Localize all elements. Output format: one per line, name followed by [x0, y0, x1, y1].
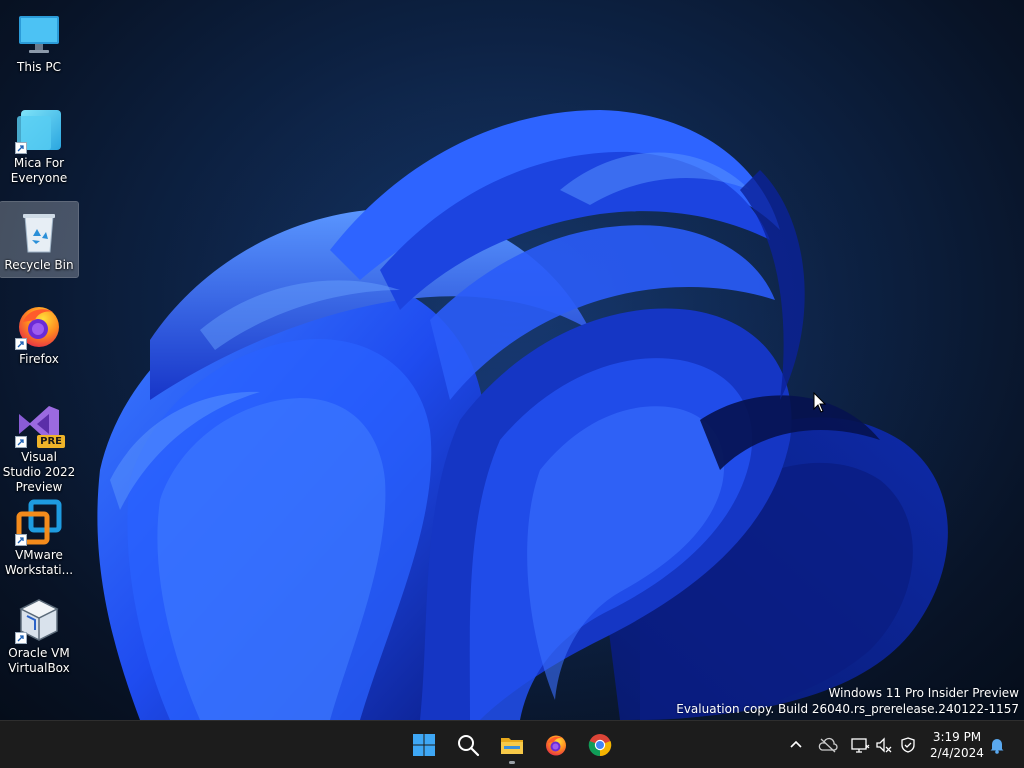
vmware-icon — [15, 498, 63, 546]
desktop-icon-this-pc[interactable]: This PC — [0, 4, 78, 79]
desktop-icon-visual-studio[interactable]: PRE Visual Studio 2022 Preview — [0, 394, 78, 499]
onedrive-button[interactable] — [816, 733, 840, 757]
shortcut-arrow-icon — [15, 338, 27, 350]
pre-badge: PRE — [37, 435, 65, 448]
taskbar-firefox-button[interactable] — [536, 725, 576, 765]
file-explorer-button[interactable] — [492, 725, 532, 765]
volume-button[interactable] — [872, 733, 896, 757]
shortcut-arrow-icon — [15, 534, 27, 546]
notification-bell-icon — [990, 739, 1004, 754]
wallpaper-bloom — [40, 90, 1000, 720]
search-icon — [458, 735, 480, 757]
watermark-build: Evaluation copy. Build 26040.rs_prerelea… — [676, 702, 1019, 716]
monitor-icon — [15, 10, 63, 58]
search-button[interactable] — [448, 725, 488, 765]
desktop-icon-firefox[interactable]: Firefox — [0, 296, 78, 371]
taskbar: 3:19 PM 2/4/2024 — [0, 720, 1024, 768]
running-indicator — [509, 761, 515, 764]
clock-time: 3:19 PM — [932, 730, 982, 744]
visual-studio-icon: PRE — [15, 400, 65, 448]
onedrive-icon — [818, 737, 838, 753]
network-icon — [851, 738, 870, 753]
shortcut-arrow-icon — [15, 436, 27, 448]
mica-app-icon — [15, 106, 63, 154]
chevron-up-icon — [790, 740, 802, 748]
desktop-icon-label: This PC — [17, 60, 61, 74]
shortcut-arrow-icon — [15, 632, 27, 644]
notifications-button[interactable] — [985, 733, 1009, 757]
desktop[interactable]: This PC Mica For Everyone Recycle Bin Fi… — [0, 0, 1024, 720]
show-hidden-icons-button[interactable] — [784, 733, 808, 757]
shortcut-arrow-icon — [15, 142, 27, 154]
clock-date: 2/4/2024 — [930, 746, 984, 760]
folder-icon — [501, 738, 523, 754]
firefox-icon — [546, 735, 566, 756]
taskbar-chrome-button[interactable] — [580, 725, 620, 765]
mouse-pointer-icon — [813, 392, 827, 413]
virtualbox-icon — [15, 596, 63, 644]
desktop-icon-vmware-workstation[interactable]: VMware Workstati... — [0, 492, 78, 582]
start-button[interactable] — [404, 725, 444, 765]
recycle-bin-icon — [15, 208, 63, 256]
desktop-icon-label: Mica For Everyone — [10, 156, 68, 185]
security-button[interactable] — [896, 733, 920, 757]
desktop-icon-label: VMware Workstati... — [4, 548, 74, 577]
volume-muted-icon — [876, 737, 892, 753]
desktop-icon-mica-for-everyone[interactable]: Mica For Everyone — [0, 100, 78, 190]
network-button[interactable] — [848, 733, 872, 757]
clock[interactable]: 3:19 PM 2/4/2024 — [922, 729, 992, 761]
watermark-edition: Windows 11 Pro Insider Preview — [828, 686, 1019, 700]
desktop-icon-recycle-bin[interactable]: Recycle Bin — [0, 201, 79, 278]
chrome-icon — [588, 734, 612, 757]
evaluation-watermark: Windows 11 Pro Insider Preview Evaluatio… — [676, 685, 1019, 717]
security-icon — [901, 737, 915, 753]
windows-start-icon — [413, 734, 435, 756]
desktop-icon-label: Recycle Bin — [4, 258, 74, 272]
firefox-icon — [15, 302, 63, 350]
desktop-icon-label: Oracle VM VirtualBox — [8, 646, 70, 675]
desktop-icon-label: Firefox — [19, 352, 59, 366]
desktop-icon-virtualbox[interactable]: Oracle VM VirtualBox — [0, 590, 78, 680]
